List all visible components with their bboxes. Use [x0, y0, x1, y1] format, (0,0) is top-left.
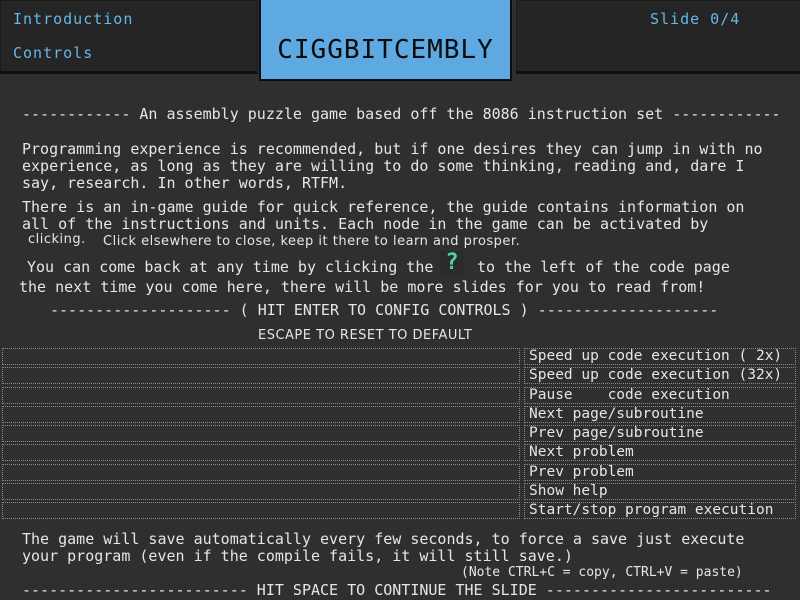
return-paragraph-line2: the next time you come here, there will … — [19, 278, 706, 296]
keybind-slot[interactable] — [2, 367, 520, 385]
escape-note: ESCAPE TO RESET TO DEFAULT — [258, 328, 473, 343]
control-label: Pause code execution — [524, 386, 796, 404]
config-controls-header: -------------------- ( HIT ENTER TO CONF… — [50, 301, 719, 319]
control-row: Prev problem — [2, 463, 798, 482]
control-label: Prev page/subroutine — [524, 425, 796, 443]
save-note-line: The game will save automatically every f… — [22, 530, 745, 548]
control-label: Start/stop program execution — [524, 502, 796, 520]
slide-panel: Slide 0/4 — [516, 0, 800, 74]
keybind-slot[interactable] — [2, 348, 520, 365]
return-paragraph-b: to the left of the code page — [477, 258, 730, 276]
control-row: Start/stop program execution — [2, 501, 798, 520]
control-row: Prev page/subroutine — [2, 424, 798, 443]
control-label: Speed up code execution (32x) — [524, 367, 796, 385]
control-label: Next page/subroutine — [524, 405, 796, 423]
keybind-slot[interactable] — [2, 425, 520, 443]
keybind-slot[interactable] — [2, 444, 520, 462]
game-title-box: CIGGBITCEMBLY — [259, 0, 512, 81]
subtitle: ------------ An assembly puzzle game bas… — [22, 105, 781, 123]
keybind-slot[interactable] — [2, 405, 520, 423]
control-label: Show help — [524, 483, 796, 501]
control-row: Speed up code execution (32x) — [2, 366, 798, 385]
control-row: Show help — [2, 482, 798, 501]
guide-paragraph-line: There is an in-game guide for quick refe… — [22, 198, 745, 216]
controls-table: Speed up code execution ( 2x) Speed up c… — [2, 347, 798, 521]
keybind-slot[interactable] — [2, 463, 520, 481]
guide-paragraph-line: all of the instructions and units. Each … — [22, 215, 709, 233]
keybind-slot[interactable] — [2, 386, 520, 404]
continue-footer: ------------------------- HIT SPACE TO C… — [22, 581, 772, 599]
intro-paragraph-line: experience, as long as they are willing … — [22, 157, 745, 175]
control-label: Next problem — [524, 444, 796, 462]
control-row: Speed up code execution ( 2x) — [2, 347, 798, 366]
control-row: Next page/subroutine — [2, 405, 798, 424]
return-paragraph-a: You can come back at any time by clickin… — [27, 258, 434, 276]
nav-controls-link[interactable]: Controls — [13, 44, 93, 62]
intro-paragraph-line: Programming experience is recommended, b… — [22, 140, 763, 158]
guide-paragraph-small: clicking. — [28, 232, 86, 247]
guide-paragraph-small: Click elsewhere to close, keep it there … — [103, 234, 521, 249]
save-note-line: your program (even if the compile fails,… — [22, 547, 573, 565]
keybind-slot[interactable] — [2, 483, 520, 501]
control-label: Prev problem — [524, 463, 796, 481]
control-row: Next problem — [2, 443, 798, 462]
keybind-slot[interactable] — [2, 502, 520, 520]
game-title: CIGGBITCEMBLY — [277, 35, 494, 65]
copy-paste-note: (Note CTRL+C = copy, CTRL+V = paste) — [461, 565, 743, 580]
nav-introduction-link[interactable]: Introduction — [13, 10, 133, 28]
nav-panel: Introduction Controls — [0, 0, 258, 74]
help-icon[interactable]: ? — [440, 251, 464, 275]
top-bar: Introduction Controls Slide 0/4 CIGGBITC… — [0, 0, 800, 82]
intro-paragraph-line: say, research. In other words, RTFM. — [22, 174, 348, 192]
slide-counter: Slide 0/4 — [650, 10, 741, 28]
control-label: Speed up code execution ( 2x) — [524, 348, 796, 365]
control-row: Pause code execution — [2, 386, 798, 405]
